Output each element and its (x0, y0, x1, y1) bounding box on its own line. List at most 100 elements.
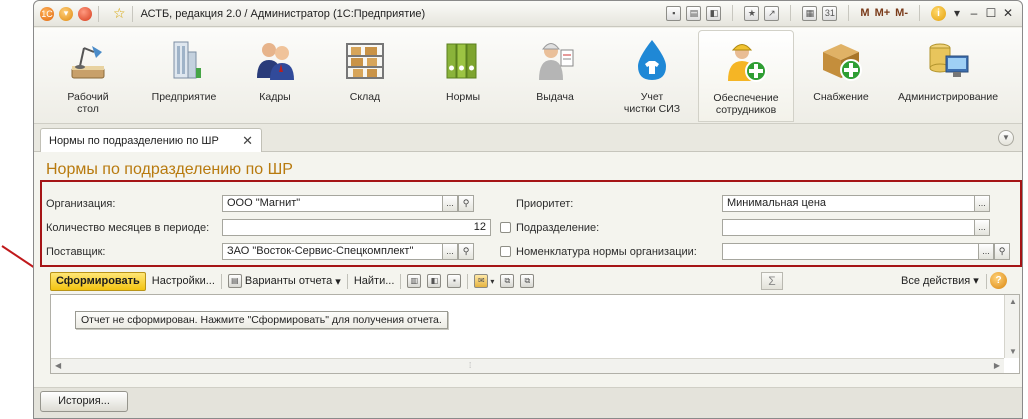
sum-icon[interactable]: Σ (761, 272, 783, 290)
section-enterprise[interactable]: Предприятие (138, 30, 230, 122)
scroll-thumb[interactable]: ⁞ (469, 361, 471, 370)
priority-field[interactable]: Минимальная цена ... (722, 195, 990, 212)
section-administration[interactable]: Администрирование (892, 30, 1004, 122)
section-norms[interactable]: Нормы (428, 30, 498, 122)
divider (848, 5, 850, 21)
organization-label: Организация: (46, 198, 116, 210)
section-staff[interactable]: Кадры (240, 30, 310, 122)
page-title: Нормы по подразделению по ШР (46, 161, 293, 178)
months-field[interactable]: 12 (222, 219, 491, 236)
computer-db-icon (929, 43, 969, 77)
report-variants-icon[interactable]: ▤ (227, 274, 242, 288)
help-icon[interactable]: ? (990, 272, 1007, 289)
nomenclature-field[interactable]: ... ⚲ (722, 243, 1010, 260)
search-icon[interactable]: ⚲ (458, 196, 473, 211)
favorites-star-icon[interactable]: ☆ (113, 5, 126, 22)
preview-icon[interactable]: ◧ (427, 274, 442, 288)
report-area[interactable]: Отчет не сформирован. Нажмите "Сформиров… (50, 294, 1020, 374)
horizontal-scrollbar[interactable]: ◀ ⁞ ▶ (51, 358, 1004, 373)
minimize-icon[interactable]: – (968, 6, 980, 20)
select-button[interactable]: ... (974, 196, 989, 211)
memory-plus-button[interactable]: M+ (875, 7, 891, 19)
app-logo-icon[interactable]: 1С (40, 6, 54, 21)
section-warehouse[interactable]: Склад (330, 30, 400, 122)
tab-norms-by-division[interactable]: Нормы по подразделению по ШР ✕ (40, 128, 262, 153)
section-label: Кадры (259, 91, 291, 103)
divider (986, 274, 987, 289)
division-checkbox[interactable] (500, 222, 511, 233)
desk-lamp-icon (71, 46, 105, 79)
divider (732, 5, 734, 21)
organization-value: ООО "Магнит" (227, 197, 301, 209)
section-ppe-cleaning[interactable]: Учет чистки СИЗ (610, 30, 694, 122)
title-bar: 1С ▾ ☆ АСТБ, редакция 2.0 / Администрато… (34, 1, 1022, 27)
calculator-icon[interactable]: ▦ (802, 5, 818, 21)
divider (220, 273, 222, 289)
command-bar: Сформировать Настройки... ▤ Варианты отч… (40, 270, 1022, 292)
divider (131, 5, 133, 22)
generate-button[interactable]: Сформировать (50, 271, 146, 291)
favorites-add-icon[interactable]: ★ (744, 5, 760, 21)
calendar-icon[interactable]: 31 (822, 5, 838, 21)
supplier-value: ЗАО "Восток-Сервис-Спецкомплект" (227, 245, 414, 257)
section-procurement[interactable]: Снабжение (806, 30, 876, 122)
memory-button[interactable]: M (860, 7, 869, 19)
memory-minus-button[interactable]: M- (895, 7, 908, 19)
find-button[interactable]: Найти... (354, 275, 395, 287)
search-icon[interactable]: ⚲ (994, 244, 1009, 259)
mail-chevron-icon[interactable]: ▾ (490, 277, 494, 286)
scroll-up-icon[interactable]: ▲ (1009, 297, 1017, 306)
copy-icon[interactable]: ⧉ (500, 274, 515, 288)
section-issue[interactable]: Выдача (520, 30, 590, 122)
print-icon[interactable]: ▤ (686, 5, 702, 21)
sections-panel: Рабочий стол Предприятие Кадры Склад Нор… (34, 28, 1022, 124)
mail-icon[interactable]: ✉ (474, 274, 489, 288)
divider (346, 273, 348, 289)
close-icon[interactable]: ✕ (242, 133, 253, 149)
tab-label: Нормы по подразделению по ШР (49, 135, 219, 147)
divider (919, 5, 920, 21)
scroll-right-icon[interactable]: ▶ (994, 361, 1000, 370)
select-button[interactable]: ... (974, 220, 989, 235)
report-form: Нормы по подразделению по ШР Организация… (34, 152, 1022, 388)
copy-settings-icon[interactable]: ⧉ (520, 274, 535, 288)
stop-icon[interactable] (78, 6, 92, 21)
vertical-scrollbar[interactable]: ▲ ▼ (1004, 295, 1019, 358)
water-drop-shirt-icon (638, 40, 666, 80)
print-icon[interactable]: ▥ (407, 274, 422, 288)
priority-label: Приоритет: (516, 198, 574, 210)
maximize-icon[interactable]: ☐ (985, 6, 997, 20)
footer-bar: История... (34, 388, 1022, 418)
divider (467, 273, 469, 289)
info-icon[interactable]: i (931, 5, 946, 21)
select-button[interactable]: ... (978, 244, 994, 259)
settings-button[interactable]: Настройки... (152, 275, 215, 287)
organization-field[interactable]: ООО "Магнит" ... ⚲ (222, 195, 474, 212)
section-employee-supply[interactable]: Обеспечение сотрудников (698, 30, 794, 122)
all-actions-button[interactable]: Все действия ▾ (901, 274, 979, 287)
section-desktop[interactable]: Рабочий стол (48, 30, 128, 122)
people-icon (257, 43, 294, 80)
divider (400, 273, 402, 289)
scroll-left-icon[interactable]: ◀ (55, 361, 61, 370)
select-button[interactable]: ... (442, 244, 458, 259)
search-icon[interactable]: ⚲ (458, 244, 473, 259)
division-field[interactable]: ... (722, 219, 990, 236)
info-menu-chevron-icon[interactable]: ▾ (951, 6, 963, 20)
scroll-down-icon[interactable]: ▼ (1009, 347, 1017, 356)
section-label: Склад (349, 91, 381, 103)
save-icon[interactable]: ▪ (447, 274, 462, 288)
select-button[interactable]: ... (442, 196, 458, 211)
history-button[interactable]: История... (40, 391, 128, 412)
save-icon[interactable]: ▪ (666, 5, 682, 21)
preview-icon[interactable]: ◧ (706, 5, 722, 21)
binders-icon (446, 43, 477, 79)
close-icon[interactable]: ✕ (1002, 6, 1014, 20)
link-icon[interactable]: ↗ (764, 5, 780, 21)
nomenclature-checkbox[interactable] (500, 246, 511, 257)
main-menu-icon[interactable]: ▾ (59, 6, 73, 21)
supplier-field[interactable]: ЗАО "Восток-Сервис-Спецкомплект" ... ⚲ (222, 243, 474, 260)
report-variants-button[interactable]: Варианты отчета ▾ (245, 275, 341, 288)
tabs-menu-chevron-icon[interactable]: ▼ (998, 130, 1014, 146)
worker-plus-icon (728, 44, 767, 82)
